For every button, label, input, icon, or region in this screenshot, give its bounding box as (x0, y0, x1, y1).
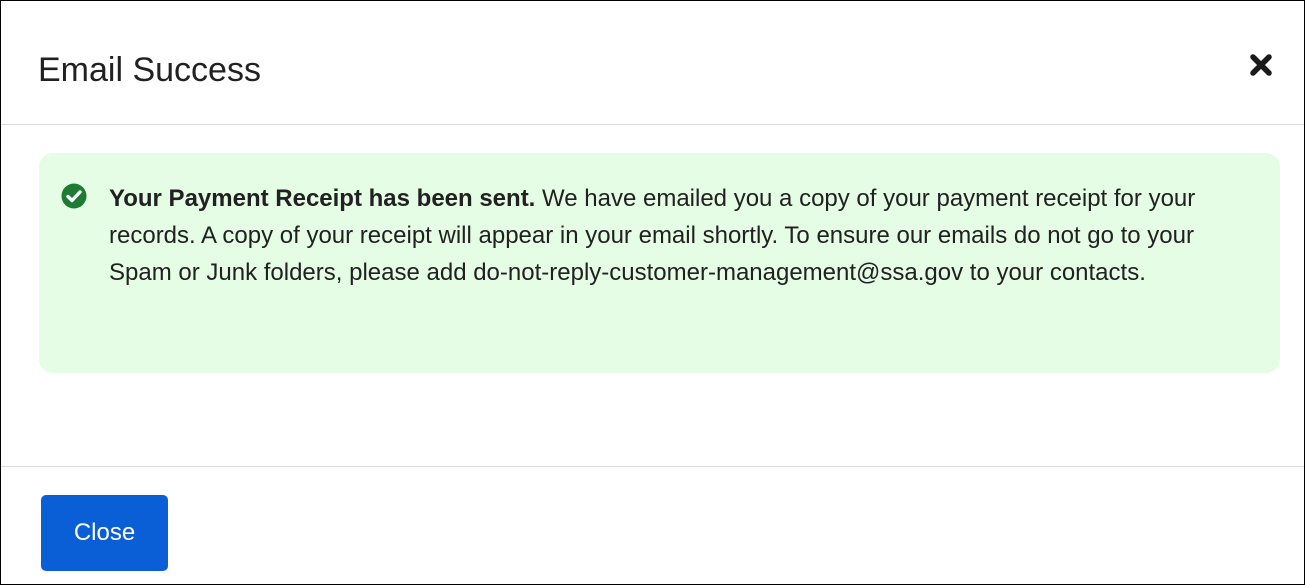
modal-body: Your Payment Receipt has been sent. We h… (1, 125, 1304, 466)
modal-footer: Close (1, 466, 1304, 585)
close-button[interactable]: Close (41, 495, 168, 571)
alert-message: Your Payment Receipt has been sent. We h… (109, 180, 1250, 291)
check-circle-icon (61, 183, 87, 209)
success-alert: Your Payment Receipt has been sent. We h… (39, 153, 1280, 373)
email-success-dialog: Email Success Your Payment Receipt has b… (0, 0, 1305, 585)
close-x-icon[interactable] (1241, 45, 1281, 85)
modal-header: Email Success (1, 1, 1304, 125)
modal-title: Email Success (38, 51, 261, 89)
alert-bold-text: Your Payment Receipt has been sent. (109, 185, 536, 212)
